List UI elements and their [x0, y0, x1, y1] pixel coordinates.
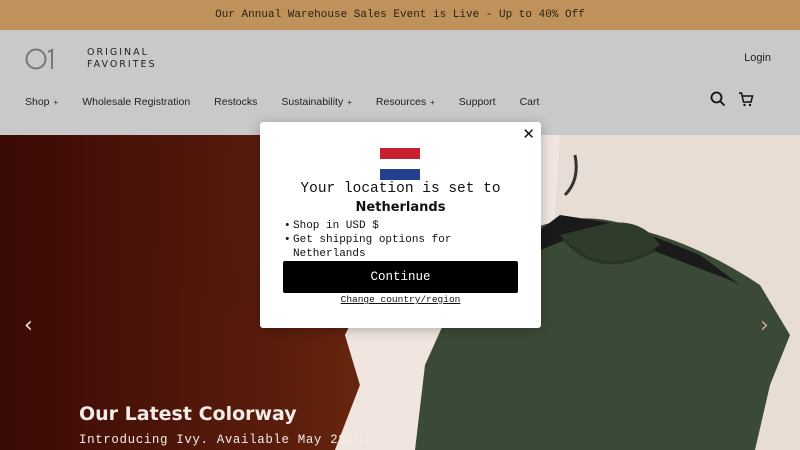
nav-item-shop[interactable]: Shop + — [25, 96, 58, 108]
nav-item-wholesale[interactable]: Wholesale Registration — [82, 96, 190, 108]
hero-subtitle: Introducing Ivy. Available May 28th. — [79, 433, 371, 447]
announcement-text: Our Annual Warehouse Sales Event is Live… — [215, 9, 585, 21]
search-icon[interactable] — [710, 91, 726, 107]
logo-line-1: ORIGINAL — [87, 47, 149, 58]
list-item: Shop in USD $ — [284, 219, 524, 233]
login-link[interactable]: Login — [744, 52, 771, 64]
netherlands-flag-icon — [380, 148, 420, 180]
logo[interactable]: ORIGINAL FAVORITES — [25, 47, 157, 71]
header-icons — [710, 91, 754, 107]
nav-item-label: Restocks — [214, 96, 258, 108]
nav-item-cart[interactable]: Cart — [520, 96, 540, 108]
modal-country: Netherlands — [355, 200, 446, 215]
nav-item-restocks[interactable]: Restocks — [214, 96, 257, 108]
logo-line-2: FAVORITES — [87, 59, 157, 70]
nav-item-label: Cart — [519, 96, 540, 108]
nav-item-resources[interactable]: Resources + — [376, 96, 435, 108]
close-icon[interactable]: ✕ — [522, 125, 535, 143]
change-country-link[interactable]: Change country/region — [260, 294, 541, 305]
prev-slide-button[interactable]: ‹ — [24, 313, 33, 338]
logo-mark-icon — [25, 48, 53, 70]
next-slide-button[interactable]: › — [760, 313, 769, 338]
cart-icon[interactable] — [738, 91, 754, 107]
nav-item-sustainability[interactable]: Sustainability + — [281, 96, 352, 108]
nav-item-label: Wholesale Registration — [82, 96, 191, 108]
announcement-bar[interactable]: Our Annual Warehouse Sales Event is Live… — [0, 0, 800, 30]
continue-button[interactable]: Continue — [283, 261, 518, 293]
main-nav: Shop + Wholesale Registration Restocks Su… — [25, 96, 563, 108]
nav-item-label: Resources — [375, 96, 427, 108]
site-header: ORIGINAL FAVORITES Login Shop + Wholesale… — [0, 30, 800, 135]
plus-icon: + — [347, 98, 352, 107]
modal-bullets: Shop in USD $ Get shipping options for N… — [284, 219, 524, 261]
plus-icon: + — [430, 98, 435, 107]
hero-title: Our Latest Colorway — [79, 403, 297, 425]
nav-item-label: Shop — [25, 96, 50, 108]
plus-icon: + — [53, 98, 59, 107]
list-item: Get shipping options for Netherlands — [284, 233, 524, 261]
modal-title: Your location is set to — [300, 181, 501, 197]
nav-item-label: Support — [458, 96, 496, 108]
location-modal: ✕ Your location is set to Netherlands Sh… — [260, 122, 541, 328]
nav-item-support[interactable]: Support — [459, 96, 496, 108]
logo-text: ORIGINAL FAVORITES — [87, 47, 157, 71]
nav-item-label: Sustainability — [281, 96, 344, 108]
